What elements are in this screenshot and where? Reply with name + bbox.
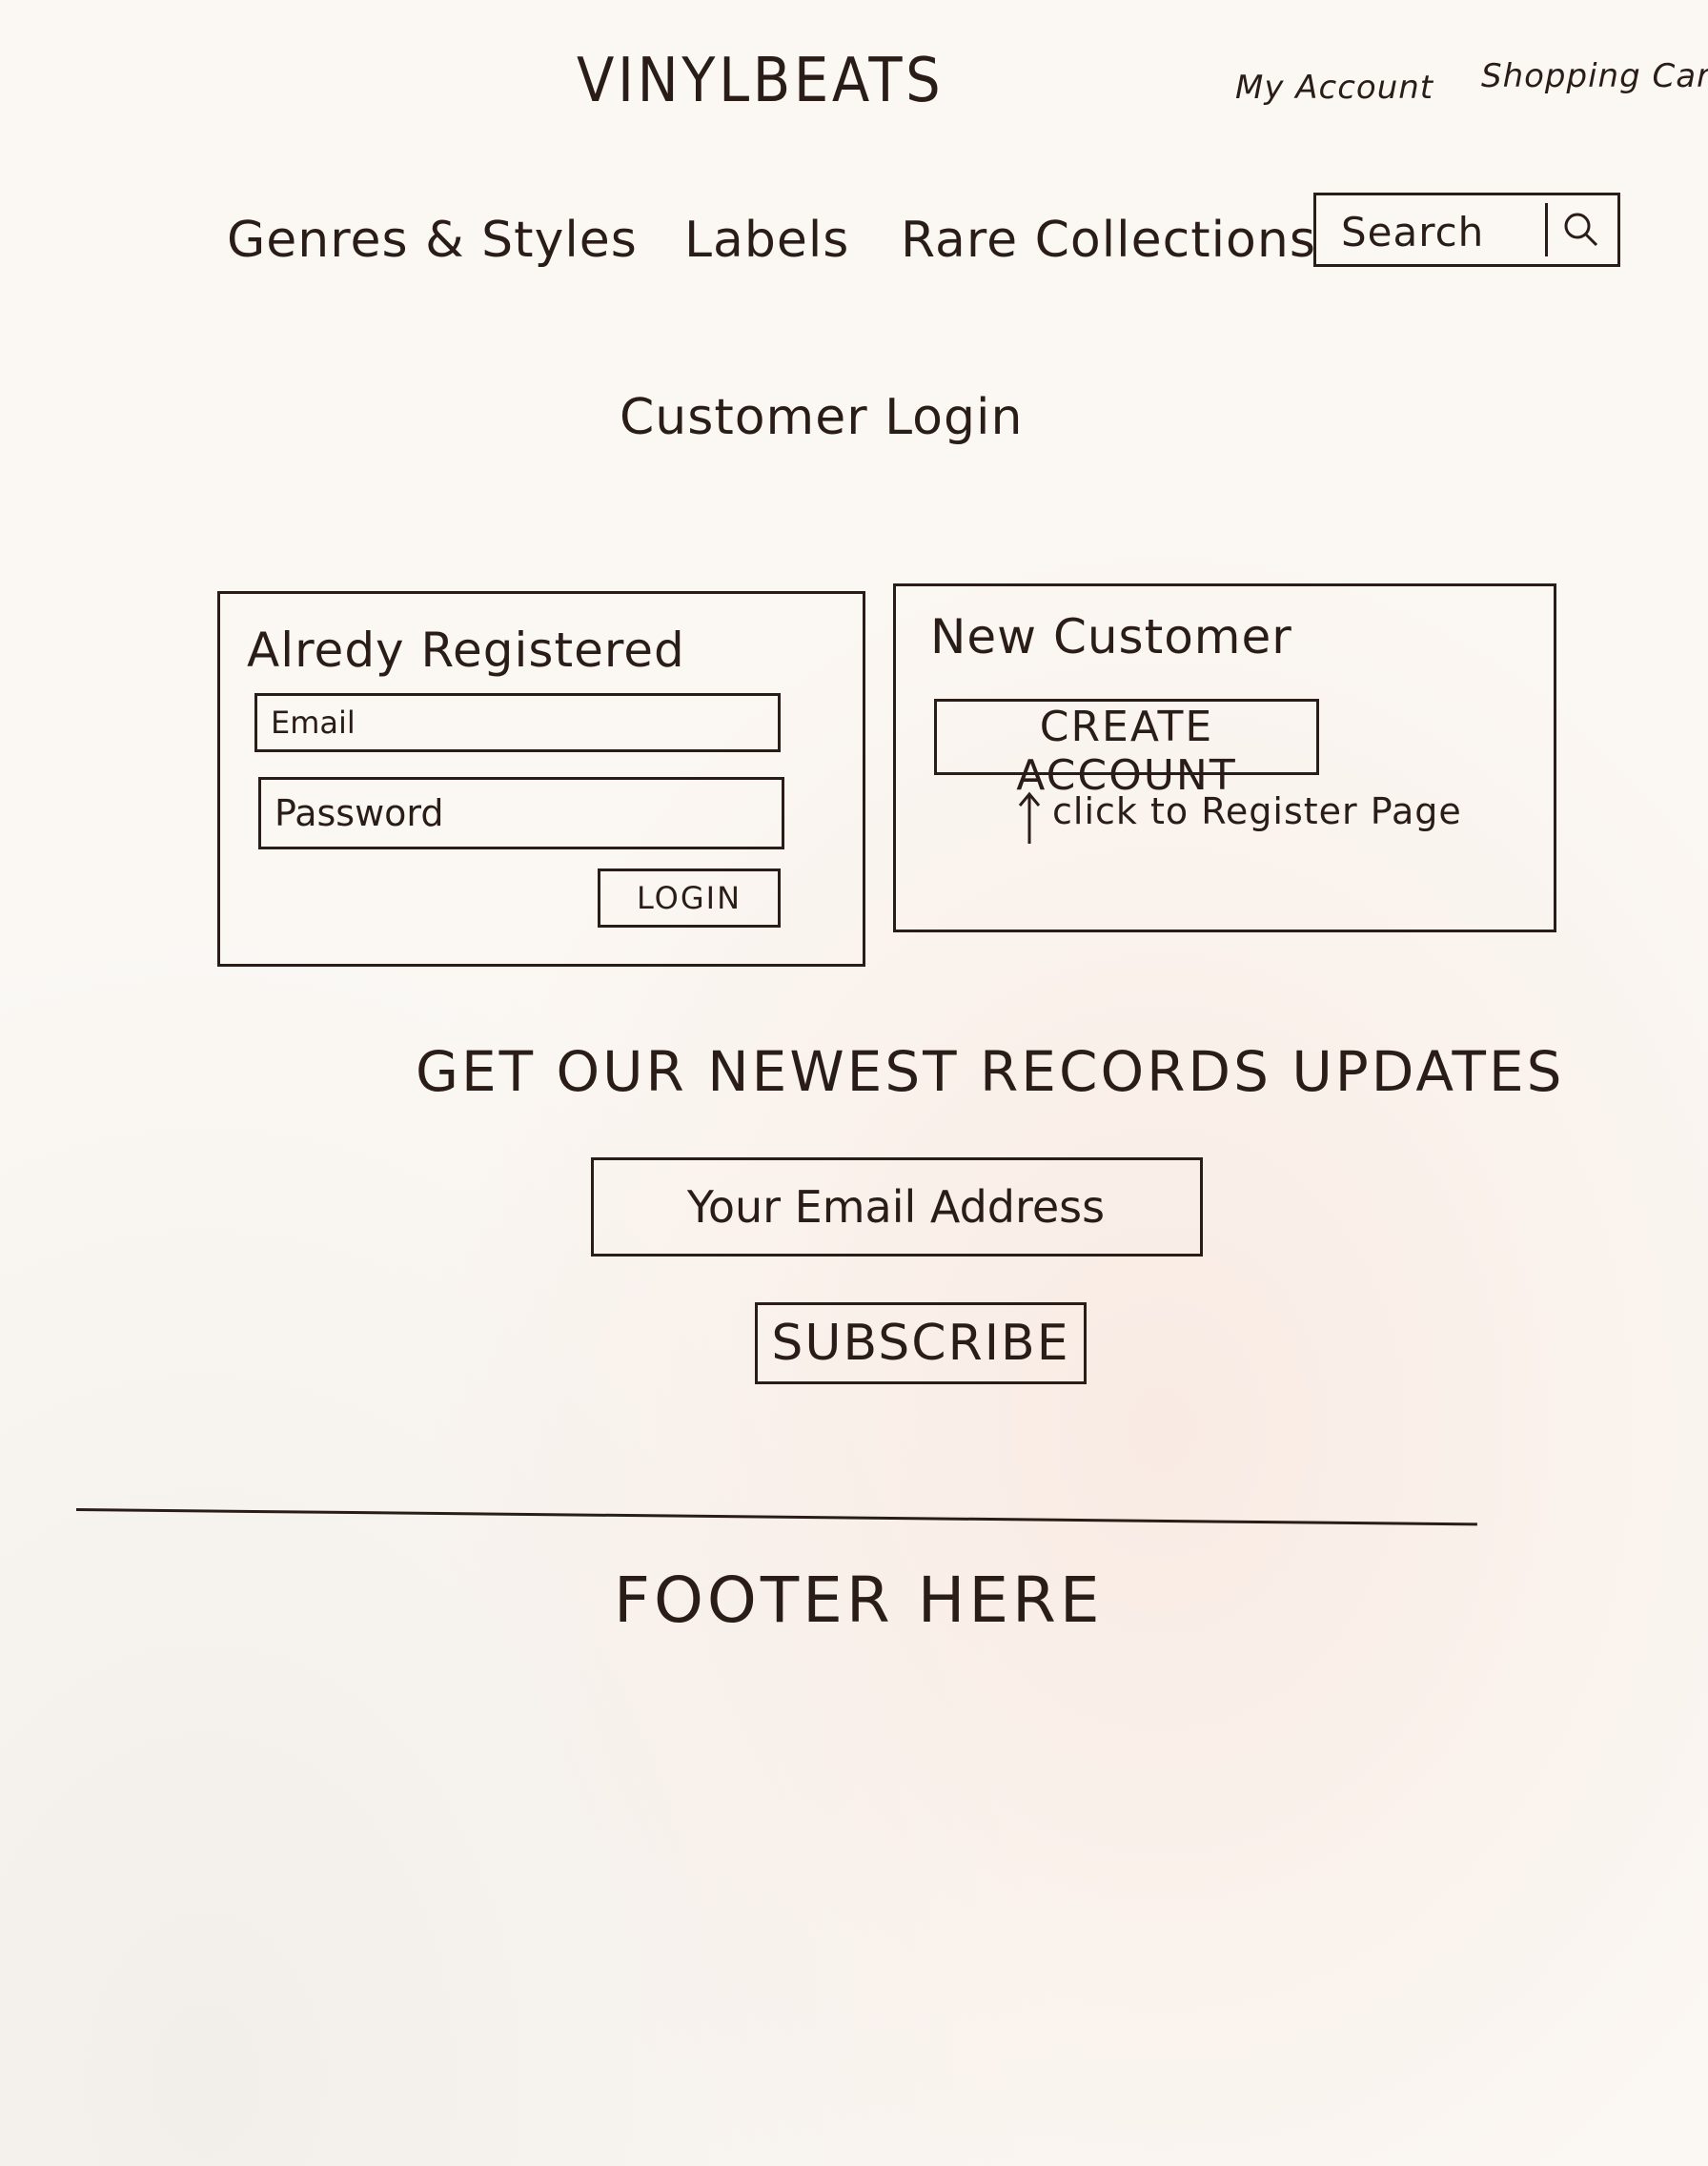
search-box[interactable]: Search <box>1313 193 1620 267</box>
search-separator <box>1545 203 1548 256</box>
shopping-cart-link[interactable]: Shopping Cart <box>1481 57 1708 95</box>
brand-logo[interactable]: VINYLBEATS <box>577 46 944 116</box>
register-note: click to Register Page <box>1052 790 1462 832</box>
search-label: Search <box>1341 209 1485 255</box>
create-account-button[interactable]: CREATE ACCOUNT <box>934 699 1319 800</box>
new-customer-panel: New Customer CREATE ACCOUNT click to Reg… <box>893 583 1556 932</box>
my-account-link[interactable]: My Account <box>1235 69 1434 107</box>
page-title: Customer Login <box>620 389 1024 446</box>
search-icon[interactable] <box>1560 209 1602 251</box>
login-panel: Alredy Registered LOGIN <box>217 591 865 967</box>
password-field[interactable] <box>258 777 784 849</box>
login-button[interactable]: LOGIN <box>598 868 781 928</box>
login-heading: Alredy Registered <box>247 623 685 678</box>
new-customer-heading: New Customer <box>930 609 1292 664</box>
nav-item-genres-styles[interactable]: Genres & Styles <box>227 212 638 269</box>
footer-placeholder: FOOTER HERE <box>614 1563 1104 1637</box>
nav-item-rare-collections[interactable]: Rare Collections <box>901 212 1316 269</box>
email-field[interactable] <box>254 693 781 752</box>
newsletter-email-input[interactable] <box>591 1157 1203 1257</box>
nav-item-labels[interactable]: Labels <box>684 212 849 269</box>
subscribe-button[interactable]: SUBSCRIBE <box>755 1302 1087 1384</box>
newsletter-heading: GET OUR NEWEST RECORDS UPDATES <box>416 1039 1565 1104</box>
